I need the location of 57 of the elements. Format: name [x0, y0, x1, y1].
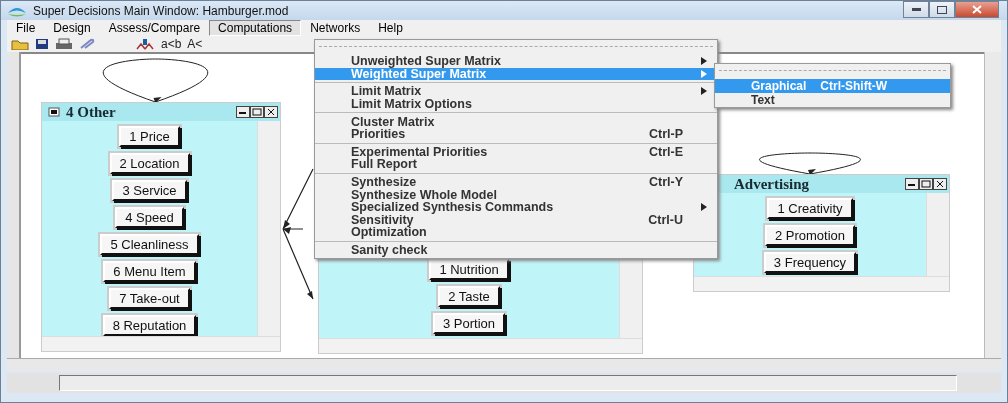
menu-option[interactable]: Cluster Matrix: [315, 115, 717, 128]
node-button[interactable]: 2 Promotion: [764, 225, 856, 246]
menu-option[interactable]: Limit Matrix: [315, 85, 717, 98]
close-icon[interactable]: [264, 106, 278, 118]
maximize-button[interactable]: [929, 1, 955, 18]
collapse-icon[interactable]: [48, 107, 60, 117]
node-button[interactable]: 6 Menu Item: [103, 261, 196, 282]
node-button[interactable]: 3 Portion: [432, 313, 505, 334]
menu-item[interactable]: Help: [369, 20, 412, 36]
menu-option[interactable]: Experimental Priorities Ctrl-E: [315, 145, 717, 159]
minimize-icon[interactable]: [236, 106, 250, 118]
menu-option[interactable]: Limit Matrix Options: [315, 97, 717, 111]
menu-option[interactable]: Full Report: [315, 158, 717, 171]
vertical-scrollbar[interactable]: [926, 193, 949, 276]
node-button[interactable]: 2 Taste: [438, 286, 500, 307]
menu-item[interactable]: Assess/Compare: [99, 20, 210, 36]
menu-item[interactable]: Networks: [301, 20, 370, 36]
menu-option[interactable]: Unweighted Super Matrix: [315, 55, 717, 68]
save-icon[interactable]: [35, 38, 49, 50]
maximize-icon[interactable]: [250, 106, 264, 118]
cluster-window[interactable]: Advertising 1 Creativity 2 Promotion 3 Frequency: [693, 174, 950, 292]
close-icon[interactable]: [933, 178, 947, 190]
network-icon[interactable]: [135, 38, 155, 50]
menu-item[interactable]: File: [7, 20, 45, 36]
menu-item[interactable]: Computations: [209, 20, 302, 36]
toolbar-text-button[interactable]: a<b: [161, 37, 182, 51]
paperclip-icon[interactable]: [79, 38, 95, 50]
menu-option[interactable]: Priorities Ctrl-P: [315, 127, 717, 141]
maximize-icon[interactable]: [919, 178, 933, 190]
printer-icon[interactable]: [55, 38, 73, 50]
node-button[interactable]: 7 Take-out: [109, 288, 190, 309]
menu-option[interactable]: Text: [715, 93, 950, 107]
folder-icon[interactable]: [11, 38, 29, 50]
menu-item[interactable]: Design: [44, 20, 100, 36]
vertical-scrollbar[interactable]: [984, 52, 1001, 358]
close-button[interactable]: [955, 1, 999, 18]
node-button[interactable]: 2 Location: [109, 153, 190, 174]
toolbar-text-button[interactable]: A<: [187, 37, 203, 51]
maximize-icon: [937, 5, 947, 14]
cluster-title: 4 Other: [66, 103, 116, 121]
node-button[interactable]: 4 Speed: [115, 207, 184, 228]
window-title: Super Decisions Main Window: Hamburger.mod: [33, 3, 289, 18]
node-button[interactable]: 5 Cleanliness: [100, 234, 199, 255]
node-button[interactable]: 3 Service: [112, 180, 187, 201]
minimize-button[interactable]: [903, 1, 929, 18]
horizontal-scrollbar[interactable]: [7, 358, 1001, 371]
cluster-window[interactable]: 4 Other 1 Price 2 Location 3 Service 4 Speed 5 Cleanliness 6 Menu Item 7 Take-out 8 Reputation: [41, 102, 281, 352]
minimize-icon[interactable]: [905, 178, 919, 190]
node-button[interactable]: 1 Price: [119, 126, 180, 147]
node-button[interactable]: 1 Creativity: [767, 198, 853, 219]
minimize-icon: [911, 8, 921, 11]
node-button[interactable]: 8 Reputation: [102, 315, 197, 336]
cluster-title: Advertising: [734, 175, 809, 193]
vertical-scrollbar[interactable]: [257, 121, 280, 336]
close-icon: [972, 5, 982, 14]
node-button[interactable]: 1 Nutrition: [429, 259, 509, 280]
node-button[interactable]: 3 Frequency: [763, 252, 857, 273]
